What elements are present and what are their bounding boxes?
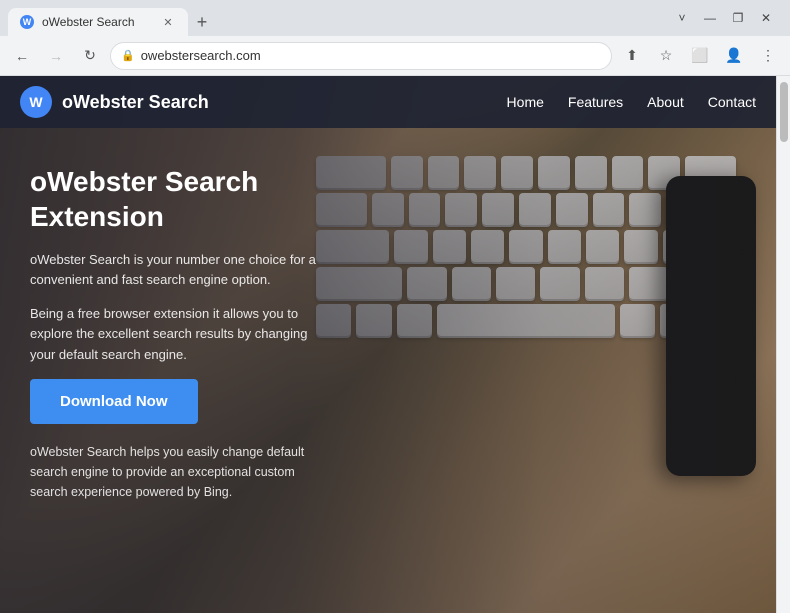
browser-nav-bar: ← → ↻ 🔒 owebstersearch.com ⬆ ☆ ⬜ 👤 ⋮ [0, 36, 790, 76]
share-icon[interactable]: ⬆ [618, 42, 646, 70]
forward-button[interactable]: → [42, 42, 70, 70]
profile-icon[interactable]: 👤 [720, 42, 748, 70]
window-controls: ˅ — ❐ ✕ [674, 10, 782, 26]
browser-window: W oWebster Search ✕ + ˅ — ❐ ✕ ← → ↻ 🔒 ow… [0, 0, 790, 613]
tab-view-icon[interactable]: ⬜ [686, 42, 714, 70]
hero-desc-1: oWebster Search is your number one choic… [30, 250, 330, 290]
hero-content: oWebster Search Extension oWebster Searc… [0, 128, 360, 522]
tab-bar: W oWebster Search ✕ + [8, 0, 216, 36]
tab-close-button[interactable]: ✕ [160, 14, 176, 30]
tab-title: oWebster Search [42, 15, 152, 29]
maximize-button[interactable]: ❐ [730, 10, 746, 26]
new-tab-button[interactable]: + [188, 8, 216, 36]
address-bar[interactable]: 🔒 owebstersearch.com [110, 42, 612, 70]
website-content: W oWebster Search Home Features About Co… [0, 76, 776, 613]
menu-icon[interactable]: ⋮ [754, 42, 782, 70]
lock-icon: 🔒 [121, 49, 135, 62]
minimize-button[interactable]: — [702, 10, 718, 26]
site-logo: W oWebster Search [20, 86, 209, 118]
chevron-down-icon: ˅ [674, 10, 690, 26]
back-button[interactable]: ← [8, 42, 36, 70]
download-now-button[interactable]: Download Now [30, 379, 198, 424]
logo-icon: W [20, 86, 52, 118]
bookmark-icon[interactable]: ☆ [652, 42, 680, 70]
hero-title: oWebster Search Extension [30, 164, 330, 234]
reload-button[interactable]: ↻ [76, 42, 104, 70]
nav-home[interactable]: Home [507, 94, 544, 110]
site-nav-links: Home Features About Contact [507, 94, 756, 110]
hero-desc-2: Being a free browser extension it allows… [30, 304, 330, 364]
title-bar: W oWebster Search ✕ + ˅ — ❐ ✕ [0, 0, 790, 36]
address-text: owebstersearch.com [141, 48, 601, 63]
nav-about[interactable]: About [647, 94, 684, 110]
scrollbar-thumb[interactable] [780, 82, 788, 142]
scrollbar[interactable] [776, 76, 790, 613]
nav-contact[interactable]: Contact [708, 94, 756, 110]
logo-text: oWebster Search [62, 92, 209, 113]
active-tab[interactable]: W oWebster Search ✕ [8, 8, 188, 36]
nav-features[interactable]: Features [568, 94, 623, 110]
nav-actions: ⬆ ☆ ⬜ 👤 ⋮ [618, 42, 782, 70]
browser-content-area: W oWebster Search Home Features About Co… [0, 76, 790, 613]
hero-footer-text: oWebster Search helps you easily change … [30, 442, 330, 502]
close-button[interactable]: ✕ [758, 10, 774, 26]
site-navbar: W oWebster Search Home Features About Co… [0, 76, 776, 128]
tab-favicon: W [20, 15, 34, 29]
